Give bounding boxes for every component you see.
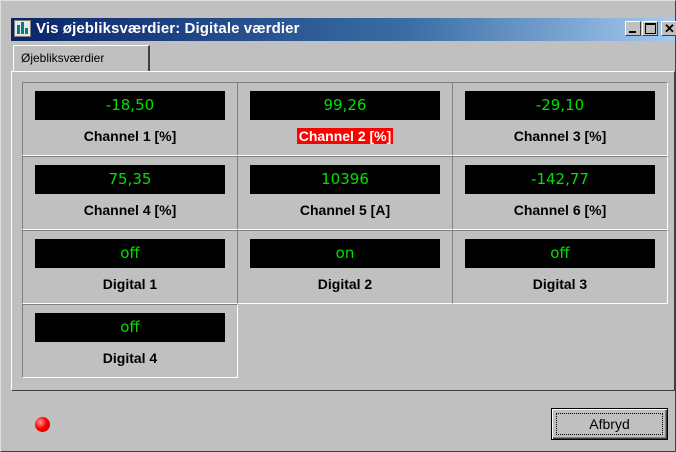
channel-4-cell: 75,35 Channel 4 [%] <box>22 156 238 230</box>
digital-2-cell: on Digital 2 <box>237 230 453 304</box>
digital-3-cell: off Digital 3 <box>452 230 668 304</box>
channel-1-cell: -18,50 Channel 1 [%] <box>22 82 238 156</box>
app-icon[interactable] <box>14 20 31 37</box>
close-icon: ✕ <box>664 21 675 36</box>
digital-3-label: Digital 3 <box>532 276 588 292</box>
channel-2-label: Channel 2 [%] <box>296 128 394 144</box>
channel-4-label: Channel 4 [%] <box>83 202 177 218</box>
maximize-icon <box>645 23 656 34</box>
channel-6-label: Channel 6 [%] <box>513 202 607 218</box>
channel-1-value: -18,50 <box>35 91 225 120</box>
close-button[interactable]: ✕ <box>661 21 676 36</box>
channel-3-label: Channel 3 [%] <box>513 128 607 144</box>
channel-6-cell: -142,77 Channel 6 [%] <box>452 156 668 230</box>
title-bar[interactable]: Vis øjebliksværdier: Digitale værdier ✕ <box>11 18 676 41</box>
minimize-button[interactable] <box>625 21 641 36</box>
channel-2-value: 99,26 <box>250 91 440 120</box>
channel-3-value: -29,10 <box>465 91 655 120</box>
tab-ojebliksvaerdier[interactable]: Øjebliksværdier <box>13 45 150 71</box>
digital-2-label: Digital 2 <box>317 276 373 292</box>
channel-4-value: 75,35 <box>35 165 225 194</box>
digital-2-value: on <box>250 239 440 268</box>
digital-1-value: off <box>35 239 225 268</box>
channel-6-value: -142,77 <box>465 165 655 194</box>
channel-5-label: Channel 5 [A] <box>299 202 391 218</box>
channel-1-label: Channel 1 [%] <box>83 128 177 144</box>
status-led-icon <box>35 417 50 432</box>
channel-5-value: 10396 <box>250 165 440 194</box>
digital-1-cell: off Digital 1 <box>22 230 238 304</box>
channel-5-cell: 10396 Channel 5 [A] <box>237 156 453 230</box>
channel-2-cell: 99,26 Channel 2 [%] <box>237 82 453 156</box>
digital-4-cell: off Digital 4 <box>22 304 238 378</box>
digital-3-value: off <box>465 239 655 268</box>
abort-button-label: Afbryd <box>589 416 630 432</box>
tab-label: Øjebliksværdier <box>21 51 105 65</box>
minimize-icon <box>629 31 636 33</box>
abort-button[interactable]: Afbryd <box>551 408 668 440</box>
digital-4-value: off <box>35 313 225 342</box>
digital-4-label: Digital 4 <box>102 350 158 366</box>
channel-3-cell: -29,10 Channel 3 [%] <box>452 82 668 156</box>
window-title: Vis øjebliksværdier: Digitale værdier <box>36 20 300 37</box>
digital-1-label: Digital 1 <box>102 276 158 292</box>
maximize-button[interactable] <box>642 21 658 36</box>
values-panel: -18,50 Channel 1 [%] 99,26 Channel 2 [%]… <box>11 71 675 391</box>
dialog-window: Vis øjebliksværdier: Digitale værdier ✕ … <box>0 0 676 452</box>
